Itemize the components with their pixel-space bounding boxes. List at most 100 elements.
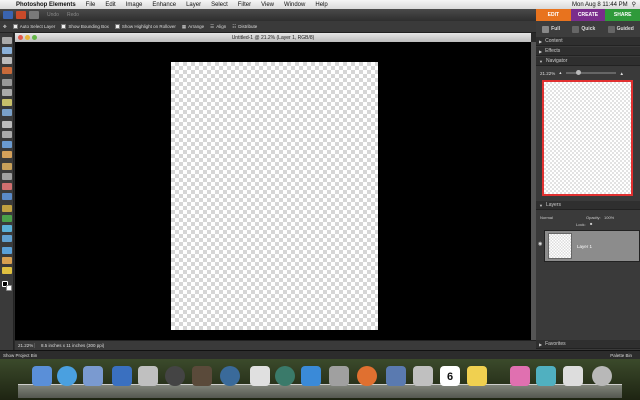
documents-stack-icon[interactable] xyxy=(563,366,583,386)
menu-image[interactable]: Image xyxy=(121,2,148,8)
menu-select[interactable]: Select xyxy=(206,2,233,8)
zoom-tool-icon[interactable] xyxy=(2,47,12,54)
menu-window[interactable]: Window xyxy=(279,2,310,8)
app-store-icon[interactable] xyxy=(301,366,321,386)
finder-icon[interactable] xyxy=(32,366,52,386)
downloads-stack-icon[interactable] xyxy=(536,366,556,386)
hand-tool-icon[interactable] xyxy=(2,57,12,64)
align-button[interactable]: ☰ Align xyxy=(210,24,226,30)
navigator-zoom-value[interactable]: 21.22% xyxy=(540,71,555,76)
canvas-area[interactable] xyxy=(15,42,531,340)
gradient-tool-icon[interactable] xyxy=(2,225,12,232)
search-icon[interactable]: ⚲ xyxy=(632,1,636,8)
photoshop-elements-icon[interactable] xyxy=(386,366,406,386)
paint-bucket-tool-icon[interactable] xyxy=(2,215,12,222)
menu-view[interactable]: View xyxy=(256,2,279,8)
layer-name[interactable]: Layer 1 xyxy=(577,244,592,249)
document-icon[interactable] xyxy=(250,366,270,386)
clock[interactable]: Mon Aug 8 11:44 PM xyxy=(572,2,628,8)
redo-button[interactable]: Redo xyxy=(67,12,79,18)
menu-app-name[interactable]: Photoshop Elements xyxy=(14,2,81,8)
minimize-icon[interactable] xyxy=(25,35,30,40)
stickies-icon[interactable] xyxy=(467,366,487,386)
lasso-tool-icon[interactable] xyxy=(2,89,12,96)
dashboard-icon[interactable] xyxy=(165,366,185,386)
red-eye-tool-icon[interactable] xyxy=(2,151,12,158)
blur-tool-icon[interactable] xyxy=(2,247,12,254)
pencil-tool-icon[interactable] xyxy=(2,267,12,274)
smart-brush-tool-icon[interactable] xyxy=(2,205,12,212)
opacity-value[interactable]: 100% xyxy=(604,215,614,220)
transparent-document-canvas[interactable] xyxy=(171,62,378,330)
menu-help[interactable]: Help xyxy=(310,2,332,8)
show-project-bin-button[interactable]: Show Project Bin xyxy=(0,353,37,358)
zoom-out-icon[interactable]: ▴ xyxy=(559,70,561,76)
new-file-icon[interactable] xyxy=(16,11,26,19)
submode-guided[interactable]: Guided xyxy=(607,25,634,33)
lock-icon[interactable]: ■ xyxy=(590,221,592,226)
submode-quick[interactable]: Quick xyxy=(572,25,595,33)
clone-stamp-tool-icon[interactable] xyxy=(2,173,12,180)
zoom-icon[interactable] xyxy=(32,35,37,40)
navigator-preview[interactable] xyxy=(542,80,633,196)
favorites-panel-header[interactable]: ▶ Favorites xyxy=(536,340,640,349)
content-panel-header[interactable]: ▶ Content xyxy=(536,37,640,46)
close-icon[interactable] xyxy=(18,35,23,40)
document-title-bar[interactable]: Untitled-1 @ 21.2% (Layer 1, RGB/8) xyxy=(15,33,531,42)
checkbox-icon[interactable] xyxy=(12,24,18,29)
menu-layer[interactable]: Layer xyxy=(181,2,206,8)
marquee-tool-icon[interactable] xyxy=(2,79,12,86)
layer-row[interactable]: Layer 1 xyxy=(544,230,640,262)
mail-icon[interactable] xyxy=(83,366,103,386)
undo-button[interactable]: Undo xyxy=(47,12,59,18)
crop-tool-icon[interactable] xyxy=(2,131,12,138)
eraser-tool-icon[interactable] xyxy=(2,183,12,190)
menu-edit[interactable]: Edit xyxy=(100,2,120,8)
brush-tool-icon[interactable] xyxy=(2,193,12,200)
sponge-tool-icon[interactable] xyxy=(2,257,12,264)
visibility-eye-icon[interactable]: ◉ xyxy=(538,241,542,247)
printer-icon[interactable] xyxy=(138,366,158,386)
layers-panel-header[interactable]: ▼ Layers xyxy=(536,201,640,210)
quick-selection-tool-icon[interactable] xyxy=(2,109,12,116)
menu-file[interactable]: File xyxy=(81,2,101,8)
menu-filter[interactable]: Filter xyxy=(233,2,256,8)
type-tool-icon[interactable] xyxy=(2,121,12,128)
trash-icon[interactable] xyxy=(592,366,612,386)
preview-icon[interactable] xyxy=(329,366,349,386)
google-earth-icon[interactable] xyxy=(220,366,240,386)
menu-enhance[interactable]: Enhance xyxy=(147,2,181,8)
navigator-panel-header[interactable]: ▼ Navigator xyxy=(536,57,640,66)
dvd-player-icon[interactable] xyxy=(413,366,433,386)
firefox-icon[interactable] xyxy=(357,366,377,386)
palette-bin-button[interactable]: Palette Bin xyxy=(610,353,640,358)
eyedropper-tool-icon[interactable] xyxy=(2,67,12,74)
zoom-slider[interactable] xyxy=(565,70,616,75)
submode-full[interactable]: Full xyxy=(542,25,560,33)
slider-knob[interactable] xyxy=(575,70,581,75)
tab-edit[interactable]: EDIT xyxy=(536,9,571,21)
background-color-icon[interactable] xyxy=(6,285,12,291)
checkbox-icon[interactable] xyxy=(61,24,67,29)
move-tool-icon[interactable] xyxy=(2,37,12,44)
folder-icon[interactable] xyxy=(510,366,530,386)
open-file-icon[interactable] xyxy=(29,11,39,19)
calendar-icon[interactable]: 6 xyxy=(440,366,460,386)
show-bounding-box-option[interactable]: Show Bounding Box xyxy=(61,24,109,29)
move-tool-icon[interactable]: ✥ xyxy=(3,24,7,30)
auto-select-layer-option[interactable]: Auto Select Layer xyxy=(12,24,55,29)
effects-panel-header[interactable]: ▶ Effects xyxy=(536,47,640,56)
shape-tool-icon[interactable] xyxy=(2,235,12,242)
iphoto-icon[interactable] xyxy=(112,366,132,386)
safari-icon[interactable] xyxy=(57,366,77,386)
magic-wand-tool-icon[interactable] xyxy=(2,99,12,106)
zoom-in-icon[interactable]: ▲ xyxy=(620,71,624,76)
zoom-level[interactable]: 21.22% xyxy=(15,343,35,348)
recompose-tool-icon[interactable] xyxy=(2,141,12,148)
show-highlight-option[interactable]: Show Highlight on Rollover xyxy=(114,24,176,29)
healing-brush-tool-icon[interactable] xyxy=(2,163,12,170)
arrange-button[interactable]: ▦ Arrange xyxy=(182,24,204,30)
tab-create[interactable]: CREATE xyxy=(570,9,606,21)
checkbox-icon[interactable] xyxy=(114,24,120,29)
tab-share[interactable]: SHARE xyxy=(605,9,640,21)
